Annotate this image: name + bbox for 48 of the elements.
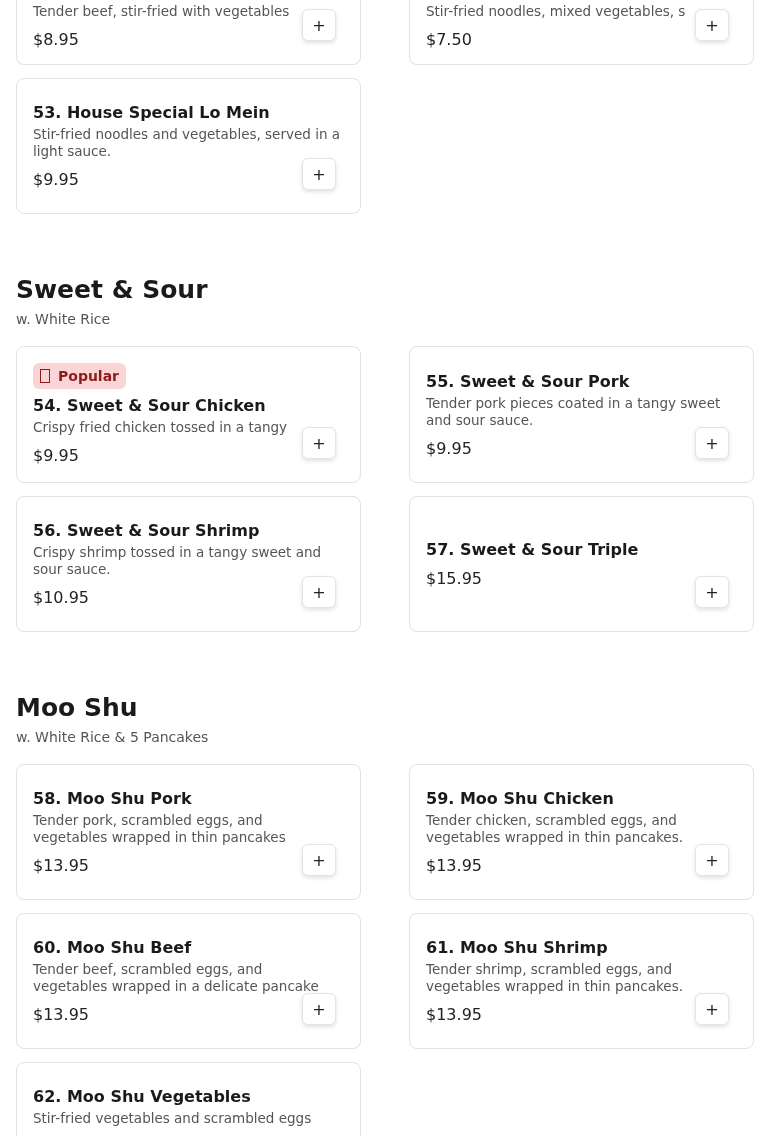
section-title: Sweet & Sour bbox=[16, 274, 209, 306]
add-button[interactable]: + bbox=[695, 993, 729, 1025]
item-title: 56. Sweet & Sour Shrimp bbox=[33, 520, 261, 542]
item-title: 55. Sweet & Sour Pork bbox=[426, 370, 631, 393]
item-description: Stir-fried noodles and vegetables, served in a light sauce. bbox=[33, 126, 341, 160]
item-price: $10.95 bbox=[33, 587, 89, 609]
item-price: $13.95 bbox=[426, 855, 482, 877]
item-title: 57. Sweet & Sour Triple bbox=[426, 539, 640, 561]
item-description: Tender pork pieces coated in a tangy sweet and sour sauce. bbox=[426, 394, 722, 429]
item-title: 54. Sweet & Sour Chicken bbox=[33, 395, 267, 417]
item-description: Stir-fried vegetables and scrambled eggs bbox=[33, 1110, 313, 1127]
item-description: Tender shrimp, scrambled eggs, and vegetables wrapped in thin pancakes. bbox=[426, 961, 684, 995]
badge-label: Popular bbox=[58, 367, 120, 385]
section-subtitle: w. White Rice bbox=[16, 310, 112, 328]
add-button[interactable]: + bbox=[695, 576, 729, 608]
section-subtitle: w. White Rice & 5 Pancakes bbox=[16, 728, 210, 746]
add-button[interactable]: + bbox=[302, 844, 336, 876]
section-title: Moo Shu bbox=[16, 692, 139, 724]
item-price: $9.95 bbox=[33, 169, 79, 191]
item-price: $8.95 bbox=[33, 29, 79, 51]
add-button[interactable]: + bbox=[302, 427, 336, 459]
item-description: Tender beef, stir-fried with vegetables bbox=[33, 3, 291, 20]
item-price: $9.95 bbox=[426, 437, 472, 460]
item-title: 59. Moo Shu Chicken bbox=[426, 788, 615, 810]
add-button[interactable]: + bbox=[302, 993, 336, 1025]
item-price: $7.50 bbox=[426, 29, 472, 51]
item-price: $15.95 bbox=[426, 568, 482, 590]
item-description: Tender beef, scrambled eggs, and vegetables wrapped in a delicate pancake bbox=[33, 961, 320, 995]
add-button[interactable]: + bbox=[302, 158, 336, 190]
add-button[interactable]: + bbox=[695, 427, 729, 459]
item-title: 61. Moo Shu Shrimp bbox=[426, 937, 609, 959]
item-description: Crispy shrimp tossed in a tangy sweet and sour sauce. bbox=[33, 544, 323, 578]
item-title: 53. House Special Lo Mein bbox=[33, 102, 271, 124]
item-price: $13.95 bbox=[33, 1004, 89, 1026]
item-description: Stir-fried noodles, mixed vegetables, s bbox=[426, 3, 687, 20]
item-title: 62. Moo Shu Vegetables bbox=[33, 1086, 252, 1108]
item-price: $9.95 bbox=[33, 445, 79, 467]
item-title: 60. Moo Shu Beef bbox=[33, 937, 193, 959]
item-description: Tender pork, scrambled eggs, and vegetables wrapped in thin pancakes bbox=[33, 812, 287, 846]
add-button[interactable]: + bbox=[302, 576, 336, 608]
item-description: Tender chicken, scrambled eggs, and vegetables wrapped in thin pancakes. bbox=[426, 812, 684, 846]
add-button[interactable]: + bbox=[695, 844, 729, 876]
add-button[interactable]: + bbox=[695, 9, 729, 41]
item-description: Crispy fried chicken tossed in a tangy bbox=[33, 419, 289, 436]
item-title: 58. Moo Shu Pork bbox=[33, 788, 193, 810]
add-button[interactable]: + bbox=[302, 9, 336, 41]
item-price: $13.95 bbox=[426, 1004, 482, 1026]
item-price: $13.95 bbox=[33, 855, 89, 877]
